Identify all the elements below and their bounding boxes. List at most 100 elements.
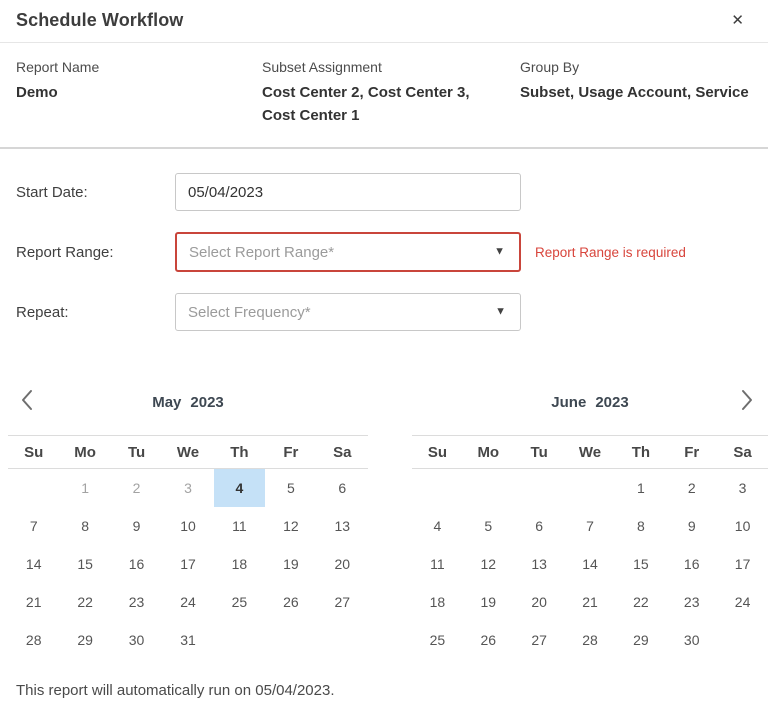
summary-report-name: Report Name Demo: [16, 57, 262, 127]
calendar-day[interactable]: 16: [111, 545, 162, 583]
calendar-day[interactable]: 6: [514, 507, 565, 545]
calendar-day[interactable]: 22: [615, 583, 666, 621]
calendar-day[interactable]: 8: [615, 507, 666, 545]
weekday-label: Fr: [666, 444, 717, 461]
repeat-placeholder: Select Frequency*: [188, 304, 311, 321]
repeat-label: Repeat:: [16, 304, 175, 321]
calendar-day[interactable]: 22: [59, 583, 110, 621]
calendar-day[interactable]: 29: [615, 621, 666, 659]
calendar-day-empty: [317, 621, 368, 659]
weekday-label: Mo: [59, 444, 110, 461]
close-icon[interactable]: ✕: [725, 9, 750, 32]
calendar-day[interactable]: 28: [8, 621, 59, 659]
calendar-day[interactable]: 15: [59, 545, 110, 583]
calendar-day[interactable]: 5: [265, 469, 316, 507]
weekday-label: We: [162, 444, 213, 461]
calendar-day[interactable]: 2: [666, 469, 717, 507]
calendar-day[interactable]: 11: [412, 545, 463, 583]
calendar-day-empty: [717, 621, 768, 659]
next-month-button[interactable]: [736, 386, 758, 414]
weekday-label: Su: [412, 444, 463, 461]
calendar-day[interactable]: 4: [214, 469, 265, 507]
calendar-day[interactable]: 12: [463, 545, 514, 583]
calendar-day[interactable]: 11: [214, 507, 265, 545]
calendar-day[interactable]: 12: [265, 507, 316, 545]
calendar-day[interactable]: 9: [111, 507, 162, 545]
calendar-day[interactable]: 7: [8, 507, 59, 545]
calendar-day[interactable]: 5: [463, 507, 514, 545]
calendar-day[interactable]: 19: [463, 583, 514, 621]
weekday-label: Su: [8, 444, 59, 461]
calendar-day[interactable]: 27: [317, 583, 368, 621]
calendar-day[interactable]: 24: [717, 583, 768, 621]
weekday-label: Th: [615, 444, 666, 461]
start-date-input[interactable]: [175, 173, 521, 211]
calendar-day[interactable]: 8: [59, 507, 110, 545]
report-range-placeholder: Select Report Range*: [189, 244, 334, 261]
calendar-day[interactable]: 3: [717, 469, 768, 507]
schedule-workflow-dialog: Schedule Workflow ✕ Report Name Demo Sub…: [0, 0, 768, 706]
calendar-day[interactable]: 26: [265, 583, 316, 621]
calendar-day[interactable]: 18: [412, 583, 463, 621]
calendar-day[interactable]: 31: [162, 621, 213, 659]
calendar-day[interactable]: 25: [214, 583, 265, 621]
calendar-day[interactable]: 24: [162, 583, 213, 621]
calendar-day[interactable]: 29: [59, 621, 110, 659]
calendar-day[interactable]: 25: [412, 621, 463, 659]
calendar-day[interactable]: 4: [412, 507, 463, 545]
calendar-june: June2023 SuMoTuWeThFrSa 1234567891011121…: [412, 382, 768, 659]
calendar-day[interactable]: 15: [615, 545, 666, 583]
chevron-right-icon: [738, 388, 756, 412]
calendar-day[interactable]: 30: [666, 621, 717, 659]
calendar-title: May2023: [152, 394, 224, 411]
calendar-month: May: [152, 394, 181, 411]
calendar-day[interactable]: 17: [717, 545, 768, 583]
schedule-form: Start Date: Report Range: Select Report …: [0, 149, 768, 331]
calendar-day[interactable]: 2: [111, 469, 162, 507]
calendar-day[interactable]: 26: [463, 621, 514, 659]
calendar-day-empty: [463, 469, 514, 507]
calendar-day-empty: [565, 469, 616, 507]
calendar-day[interactable]: 10: [162, 507, 213, 545]
calendar-day[interactable]: 17: [162, 545, 213, 583]
calendar-day[interactable]: 20: [514, 583, 565, 621]
previous-month-button[interactable]: [16, 386, 38, 414]
calendar-day[interactable]: 13: [317, 507, 368, 545]
calendar-day[interactable]: 1: [59, 469, 110, 507]
calendar-day[interactable]: 18: [214, 545, 265, 583]
calendar-day[interactable]: 19: [265, 545, 316, 583]
calendar-day[interactable]: 16: [666, 545, 717, 583]
calendar-day[interactable]: 1: [615, 469, 666, 507]
weekday-label: Sa: [717, 444, 768, 461]
calendar-day[interactable]: 7: [565, 507, 616, 545]
calendar-header: May2023: [8, 382, 368, 422]
calendar-day[interactable]: 27: [514, 621, 565, 659]
calendar-day[interactable]: 30: [111, 621, 162, 659]
calendar-day[interactable]: 21: [565, 583, 616, 621]
calendar-day[interactable]: 3: [162, 469, 213, 507]
weekday-label: Mo: [463, 444, 514, 461]
calendar-day[interactable]: 23: [111, 583, 162, 621]
calendar-year: 2023: [595, 394, 628, 411]
calendar-day[interactable]: 13: [514, 545, 565, 583]
calendar-day[interactable]: 10: [717, 507, 768, 545]
calendar-day[interactable]: 20: [317, 545, 368, 583]
report-range-label: Report Range:: [16, 244, 175, 261]
report-range-select[interactable]: Select Report Range* ▼: [175, 232, 521, 272]
calendar-day-empty: [8, 469, 59, 507]
repeat-select[interactable]: Select Frequency* ▼: [175, 293, 521, 331]
group-by-value: Subset, Usage Account, Service: [520, 81, 752, 104]
summary-group-by: Group By Subset, Usage Account, Service: [520, 57, 752, 127]
calendar-day[interactable]: 14: [565, 545, 616, 583]
calendar-day[interactable]: 6: [317, 469, 368, 507]
weekday-header-row: SuMoTuWeThFrSa: [412, 435, 768, 469]
calendar-day[interactable]: 28: [565, 621, 616, 659]
dialog-title: Schedule Workflow: [16, 10, 183, 31]
report-name-label: Report Name: [16, 57, 262, 78]
calendar-day[interactable]: 9: [666, 507, 717, 545]
calendar-title: June2023: [551, 394, 628, 411]
calendar-day[interactable]: 21: [8, 583, 59, 621]
calendar-day[interactable]: 23: [666, 583, 717, 621]
calendar-day[interactable]: 14: [8, 545, 59, 583]
calendar-header: June2023: [412, 382, 768, 422]
